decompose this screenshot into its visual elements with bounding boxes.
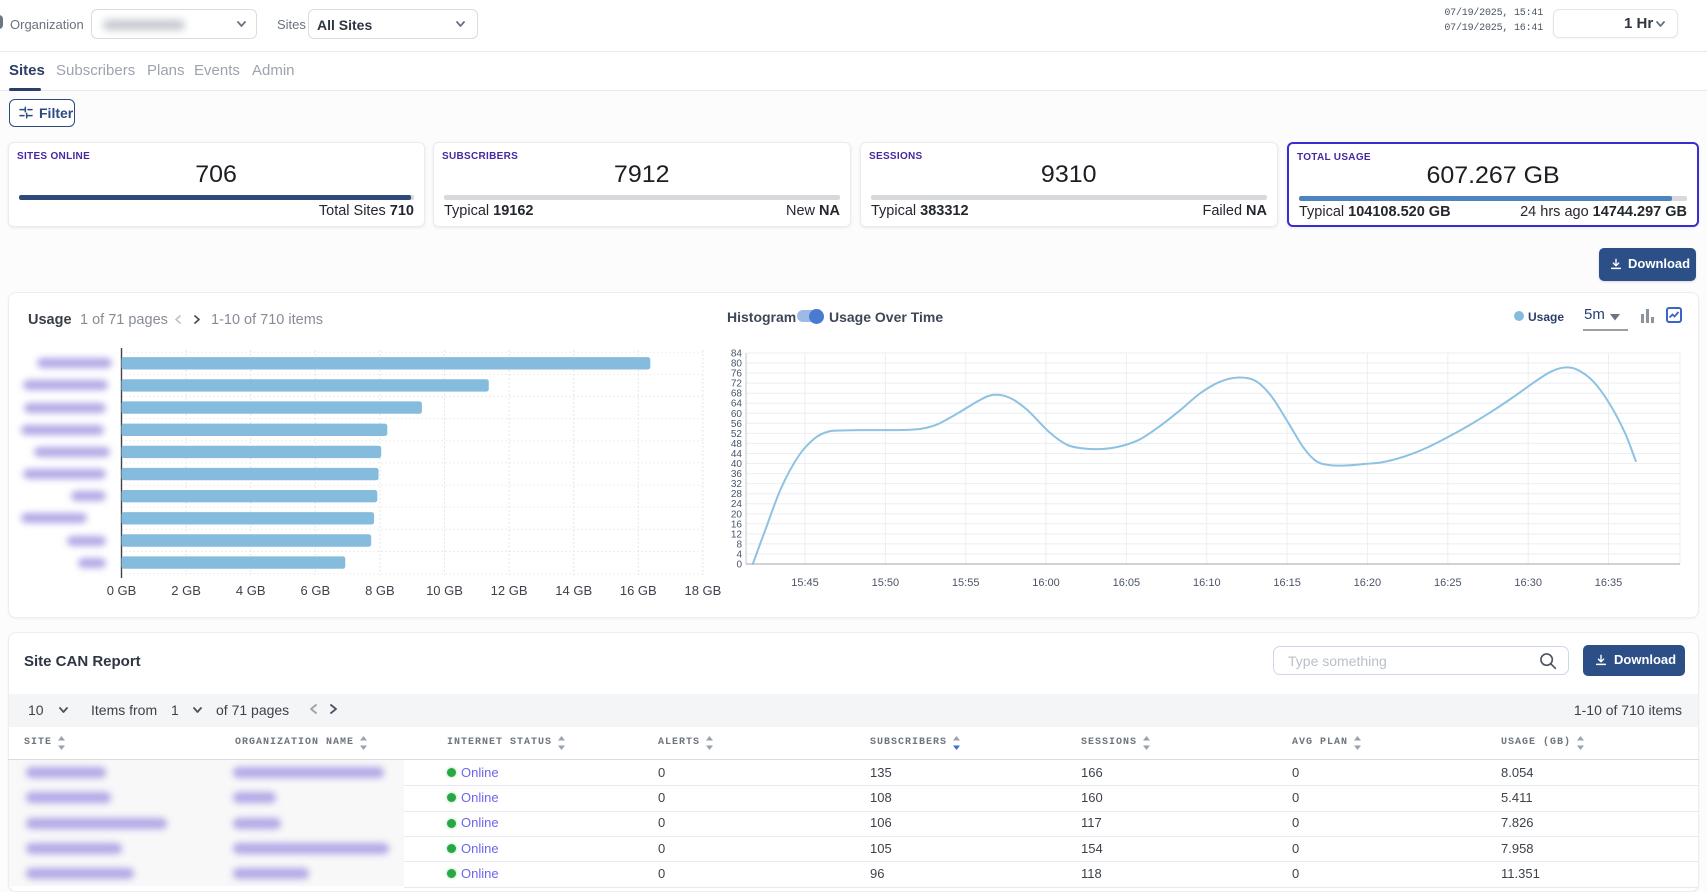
svg-text:28: 28: [731, 489, 743, 500]
svg-text:18 GB: 18 GB: [684, 583, 721, 598]
svg-text:12: 12: [731, 529, 743, 540]
svg-text:0 GB: 0 GB: [107, 583, 137, 598]
svg-text:0: 0: [736, 560, 742, 571]
svg-text:84: 84: [731, 349, 743, 360]
svg-text:4 GB: 4 GB: [236, 583, 266, 598]
svg-text:52: 52: [731, 429, 743, 440]
svg-text:16:10: 16:10: [1193, 577, 1221, 589]
svg-text:8: 8: [736, 539, 742, 550]
svg-text:12 GB: 12 GB: [491, 583, 528, 598]
svg-text:80: 80: [731, 359, 743, 370]
svg-text:68: 68: [731, 389, 743, 400]
svg-text:32: 32: [731, 479, 743, 490]
svg-text:60: 60: [731, 409, 743, 420]
svg-text:56: 56: [731, 419, 743, 430]
svg-text:10 GB: 10 GB: [426, 583, 463, 598]
svg-text:16:05: 16:05: [1113, 577, 1141, 589]
svg-text:40: 40: [731, 459, 743, 470]
svg-text:15:50: 15:50: [872, 577, 900, 589]
svg-text:16:20: 16:20: [1354, 577, 1382, 589]
svg-text:44: 44: [731, 449, 743, 460]
svg-text:16: 16: [731, 519, 743, 530]
svg-text:16:30: 16:30: [1514, 577, 1542, 589]
svg-text:16:00: 16:00: [1032, 577, 1060, 589]
svg-text:16:15: 16:15: [1273, 577, 1301, 589]
svg-text:16:25: 16:25: [1434, 577, 1462, 589]
svg-text:15:45: 15:45: [791, 577, 819, 589]
svg-text:16:35: 16:35: [1595, 577, 1623, 589]
svg-text:16 GB: 16 GB: [620, 583, 657, 598]
svg-text:8 GB: 8 GB: [365, 583, 395, 598]
svg-text:48: 48: [731, 439, 743, 450]
svg-text:2 GB: 2 GB: [171, 583, 201, 598]
svg-text:72: 72: [731, 379, 743, 390]
svg-text:15:55: 15:55: [952, 577, 980, 589]
svg-text:14 GB: 14 GB: [555, 583, 592, 598]
svg-text:4: 4: [736, 550, 742, 561]
svg-text:76: 76: [731, 369, 743, 380]
svg-text:6 GB: 6 GB: [300, 583, 330, 598]
svg-text:20: 20: [731, 509, 743, 520]
svg-text:36: 36: [731, 469, 743, 480]
svg-text:24: 24: [731, 499, 743, 510]
svg-text:64: 64: [731, 399, 743, 410]
